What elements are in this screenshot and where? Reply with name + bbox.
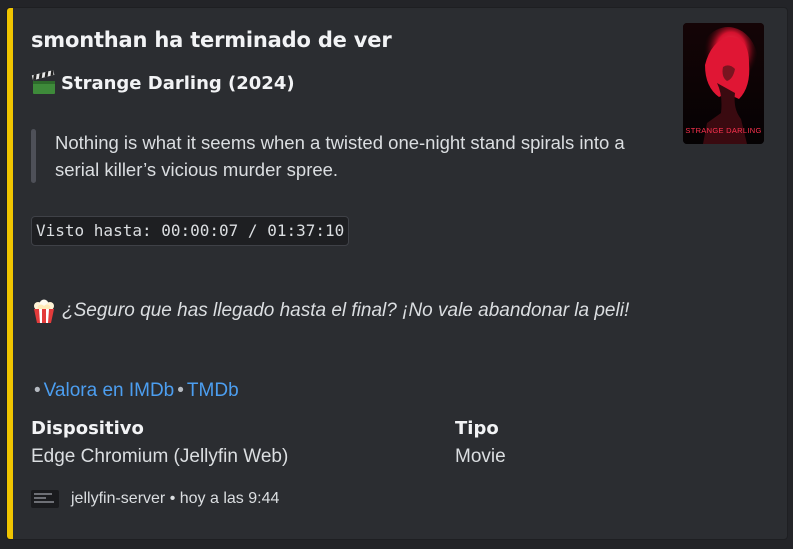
reminder-text: ¿Seguro que has llegado hasta el final? … bbox=[62, 300, 630, 321]
embed-title-text: Strange Darling (2024) bbox=[61, 72, 295, 94]
tmdb-link[interactable]: TMDb bbox=[187, 380, 239, 401]
field-device: Dispositivo Edge Chromium (Jellyfin Web) bbox=[31, 418, 288, 468]
bullet-2: • bbox=[177, 380, 184, 401]
watched-until-code: Visto hasta: 00:00:07 / 01:37:10 bbox=[31, 216, 350, 246]
rating-links: • Valora en IMDb • TMDb bbox=[31, 380, 239, 402]
field-device-value: Edge Chromium (Jellyfin Web) bbox=[31, 446, 289, 467]
field-type-value: Movie bbox=[455, 446, 506, 467]
poster-caption: STRANGE DARLING bbox=[685, 126, 761, 135]
movie-poster: STRANGE DARLING bbox=[683, 23, 764, 144]
clapper-board-icon bbox=[31, 70, 55, 94]
field-device-name: Dispositivo bbox=[31, 418, 144, 439]
footer-text: jellyfin-server • hoy a las 9:44 bbox=[71, 490, 280, 507]
reminder-note: ¿Seguro que has llegado hasta el final? … bbox=[31, 298, 629, 324]
field-type-name: Tipo bbox=[455, 418, 499, 439]
imdb-link[interactable]: Valora en IMDb bbox=[44, 380, 175, 401]
notification-embed: smonthan ha terminado de ver Strange Dar… bbox=[6, 7, 788, 540]
movie-poster-thumbnail[interactable]: STRANGE DARLING bbox=[683, 23, 764, 144]
embed-footer: jellyfin-server • hoy a las 9:44 bbox=[31, 490, 279, 508]
embed-title: Strange Darling (2024) bbox=[31, 70, 295, 96]
bullet-1: • bbox=[34, 380, 41, 401]
description-blockquote: Nothing is what it seems when a twisted … bbox=[31, 129, 655, 183]
movie-description: Nothing is what it seems when a twisted … bbox=[55, 132, 625, 180]
embed-accent-bar bbox=[7, 8, 13, 539]
popcorn-icon bbox=[34, 299, 54, 323]
jellyfin-server-icon bbox=[31, 490, 59, 508]
field-type: Tipo Movie bbox=[455, 418, 506, 468]
embed-author: smonthan ha terminado de ver bbox=[31, 28, 392, 52]
blockquote-bar bbox=[31, 129, 36, 183]
